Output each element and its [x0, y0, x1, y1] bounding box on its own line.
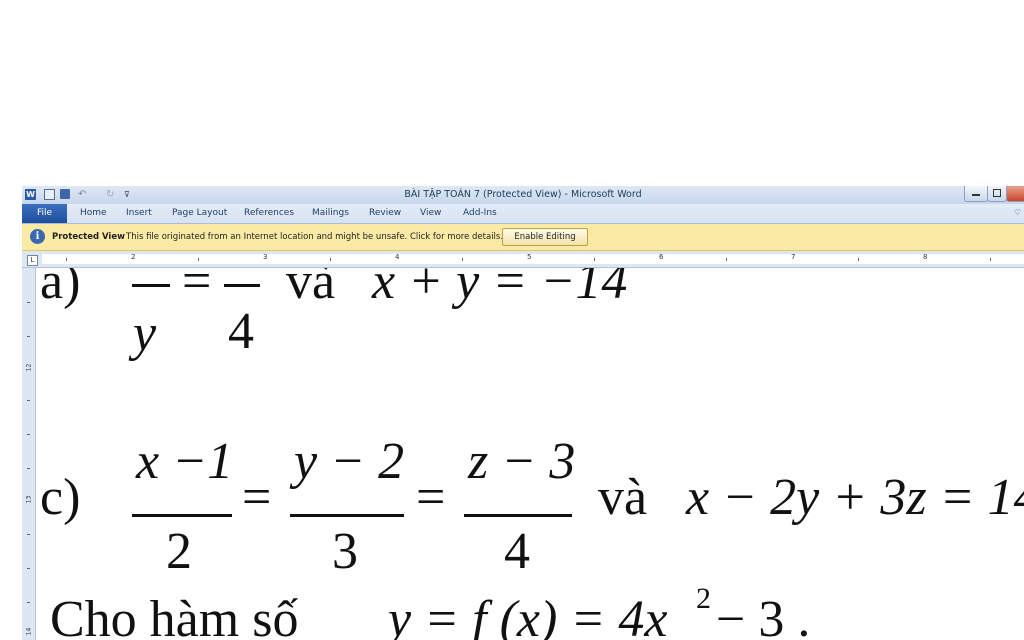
- minimize-button[interactable]: [964, 186, 988, 202]
- ruler-number: 8: [923, 253, 928, 261]
- restore-button[interactable]: [987, 186, 1007, 202]
- equals-sign: =: [182, 268, 212, 310]
- equals-sign: =: [242, 469, 272, 526]
- tab-view[interactable]: View: [420, 208, 441, 218]
- equals-sign: =: [416, 469, 446, 526]
- word-va: và: [286, 268, 336, 310]
- fraction-denominator: y: [133, 305, 157, 362]
- exponent: 2: [696, 582, 711, 615]
- tab-page-layout[interactable]: Page Layout: [172, 208, 227, 218]
- tab-review[interactable]: Review: [369, 208, 401, 218]
- document-page[interactable]: a) y = 4 và x + y = −14 c) x −1 2 = y − …: [36, 268, 1024, 640]
- ruler-tick: [27, 534, 30, 535]
- ruler-number: 13: [25, 495, 33, 504]
- ruler-tick: [27, 434, 30, 435]
- equation-c: x − 2y + 3z = 14: [686, 469, 1024, 526]
- fraction-bar: [132, 514, 232, 517]
- title-bar: W ↶ ↻ ⊽ BÀI TẬP TOÁN 7 (Protected View) …: [22, 186, 1024, 204]
- ruler-tick: [726, 258, 727, 261]
- tab-selector-icon[interactable]: L: [27, 255, 38, 266]
- function-tail: − 3 .: [716, 591, 811, 640]
- ruler-number: 5: [527, 253, 532, 261]
- ruler-number: 2: [131, 253, 136, 261]
- ruler-number: 4: [395, 253, 400, 261]
- fraction-bar: [464, 514, 572, 517]
- ruler-number: 3: [263, 253, 268, 261]
- ruler-tick: [198, 258, 199, 261]
- item-c-label: c): [40, 469, 81, 526]
- ruler-tick: [990, 258, 991, 261]
- close-button[interactable]: [1006, 186, 1024, 202]
- ribbon-tabs: File Home Insert Page Layout References …: [22, 204, 1024, 224]
- ruler-tick: [27, 602, 30, 603]
- fraction-denominator: 2: [166, 523, 192, 580]
- ruler-tick: [27, 336, 30, 337]
- fraction-numerator: z − 3: [468, 433, 576, 490]
- protected-view-title: Protected View: [52, 232, 125, 242]
- window-title: BÀI TẬP TOÁN 7 (Protected View) - Micros…: [404, 189, 642, 200]
- tab-file[interactable]: File: [22, 204, 67, 223]
- ribbon-expand-icon[interactable]: ♡: [1014, 208, 1021, 217]
- item-a-label: a): [40, 268, 81, 310]
- fraction-numerator: y − 2: [294, 433, 405, 490]
- ruler-strip[interactable]: 2 3 4 5 6 7 8: [42, 253, 1024, 264]
- fraction-denominator: 3: [332, 523, 358, 580]
- tab-references[interactable]: References: [244, 208, 294, 218]
- word-va: và: [598, 469, 648, 526]
- ruler-number: 6: [659, 253, 664, 261]
- fraction-numerator: x −1: [136, 433, 234, 490]
- ruler-tick: [27, 568, 30, 569]
- enable-editing-button[interactable]: Enable Editing: [502, 228, 588, 246]
- equation-a: x + y = −14: [372, 268, 628, 310]
- ruler-tick: [594, 258, 595, 261]
- ruler-number: 12: [25, 363, 33, 372]
- ruler-tick: [27, 468, 30, 469]
- protected-view-message[interactable]: This file originated from an Internet lo…: [126, 232, 503, 242]
- ruler-tick: [66, 258, 67, 261]
- fraction-bar: [290, 514, 404, 517]
- fraction-bar: [132, 284, 170, 287]
- fraction-denominator: 4: [504, 523, 530, 580]
- fraction-bar: [224, 284, 260, 287]
- tab-mailings[interactable]: Mailings: [312, 208, 349, 218]
- word-window: W ↶ ↻ ⊽ BÀI TẬP TOÁN 7 (Protected View) …: [22, 186, 1024, 640]
- ruler-tick: [858, 258, 859, 261]
- info-icon: i: [30, 229, 45, 244]
- body-text: Cho hàm số: [50, 591, 299, 640]
- ruler-number: 7: [791, 253, 796, 261]
- horizontal-ruler: L 2 3 4 5 6 7 8: [22, 251, 1024, 268]
- fraction-denominator: 4: [228, 303, 254, 360]
- ruler-tick: [462, 258, 463, 261]
- ruler-tick: [330, 258, 331, 261]
- tab-add-ins[interactable]: Add-Ins: [463, 208, 497, 218]
- function-definition: y = f (x) = 4x: [388, 591, 668, 640]
- vertical-ruler: 12 13 14: [22, 268, 36, 640]
- tab-insert[interactable]: Insert: [126, 208, 152, 218]
- ruler-tick: [27, 400, 30, 401]
- tab-home[interactable]: Home: [80, 208, 107, 218]
- protected-view-bar: i Protected View This file originated fr…: [22, 224, 1024, 251]
- ruler-number: 14: [25, 627, 33, 636]
- ruler-tick: [27, 302, 30, 303]
